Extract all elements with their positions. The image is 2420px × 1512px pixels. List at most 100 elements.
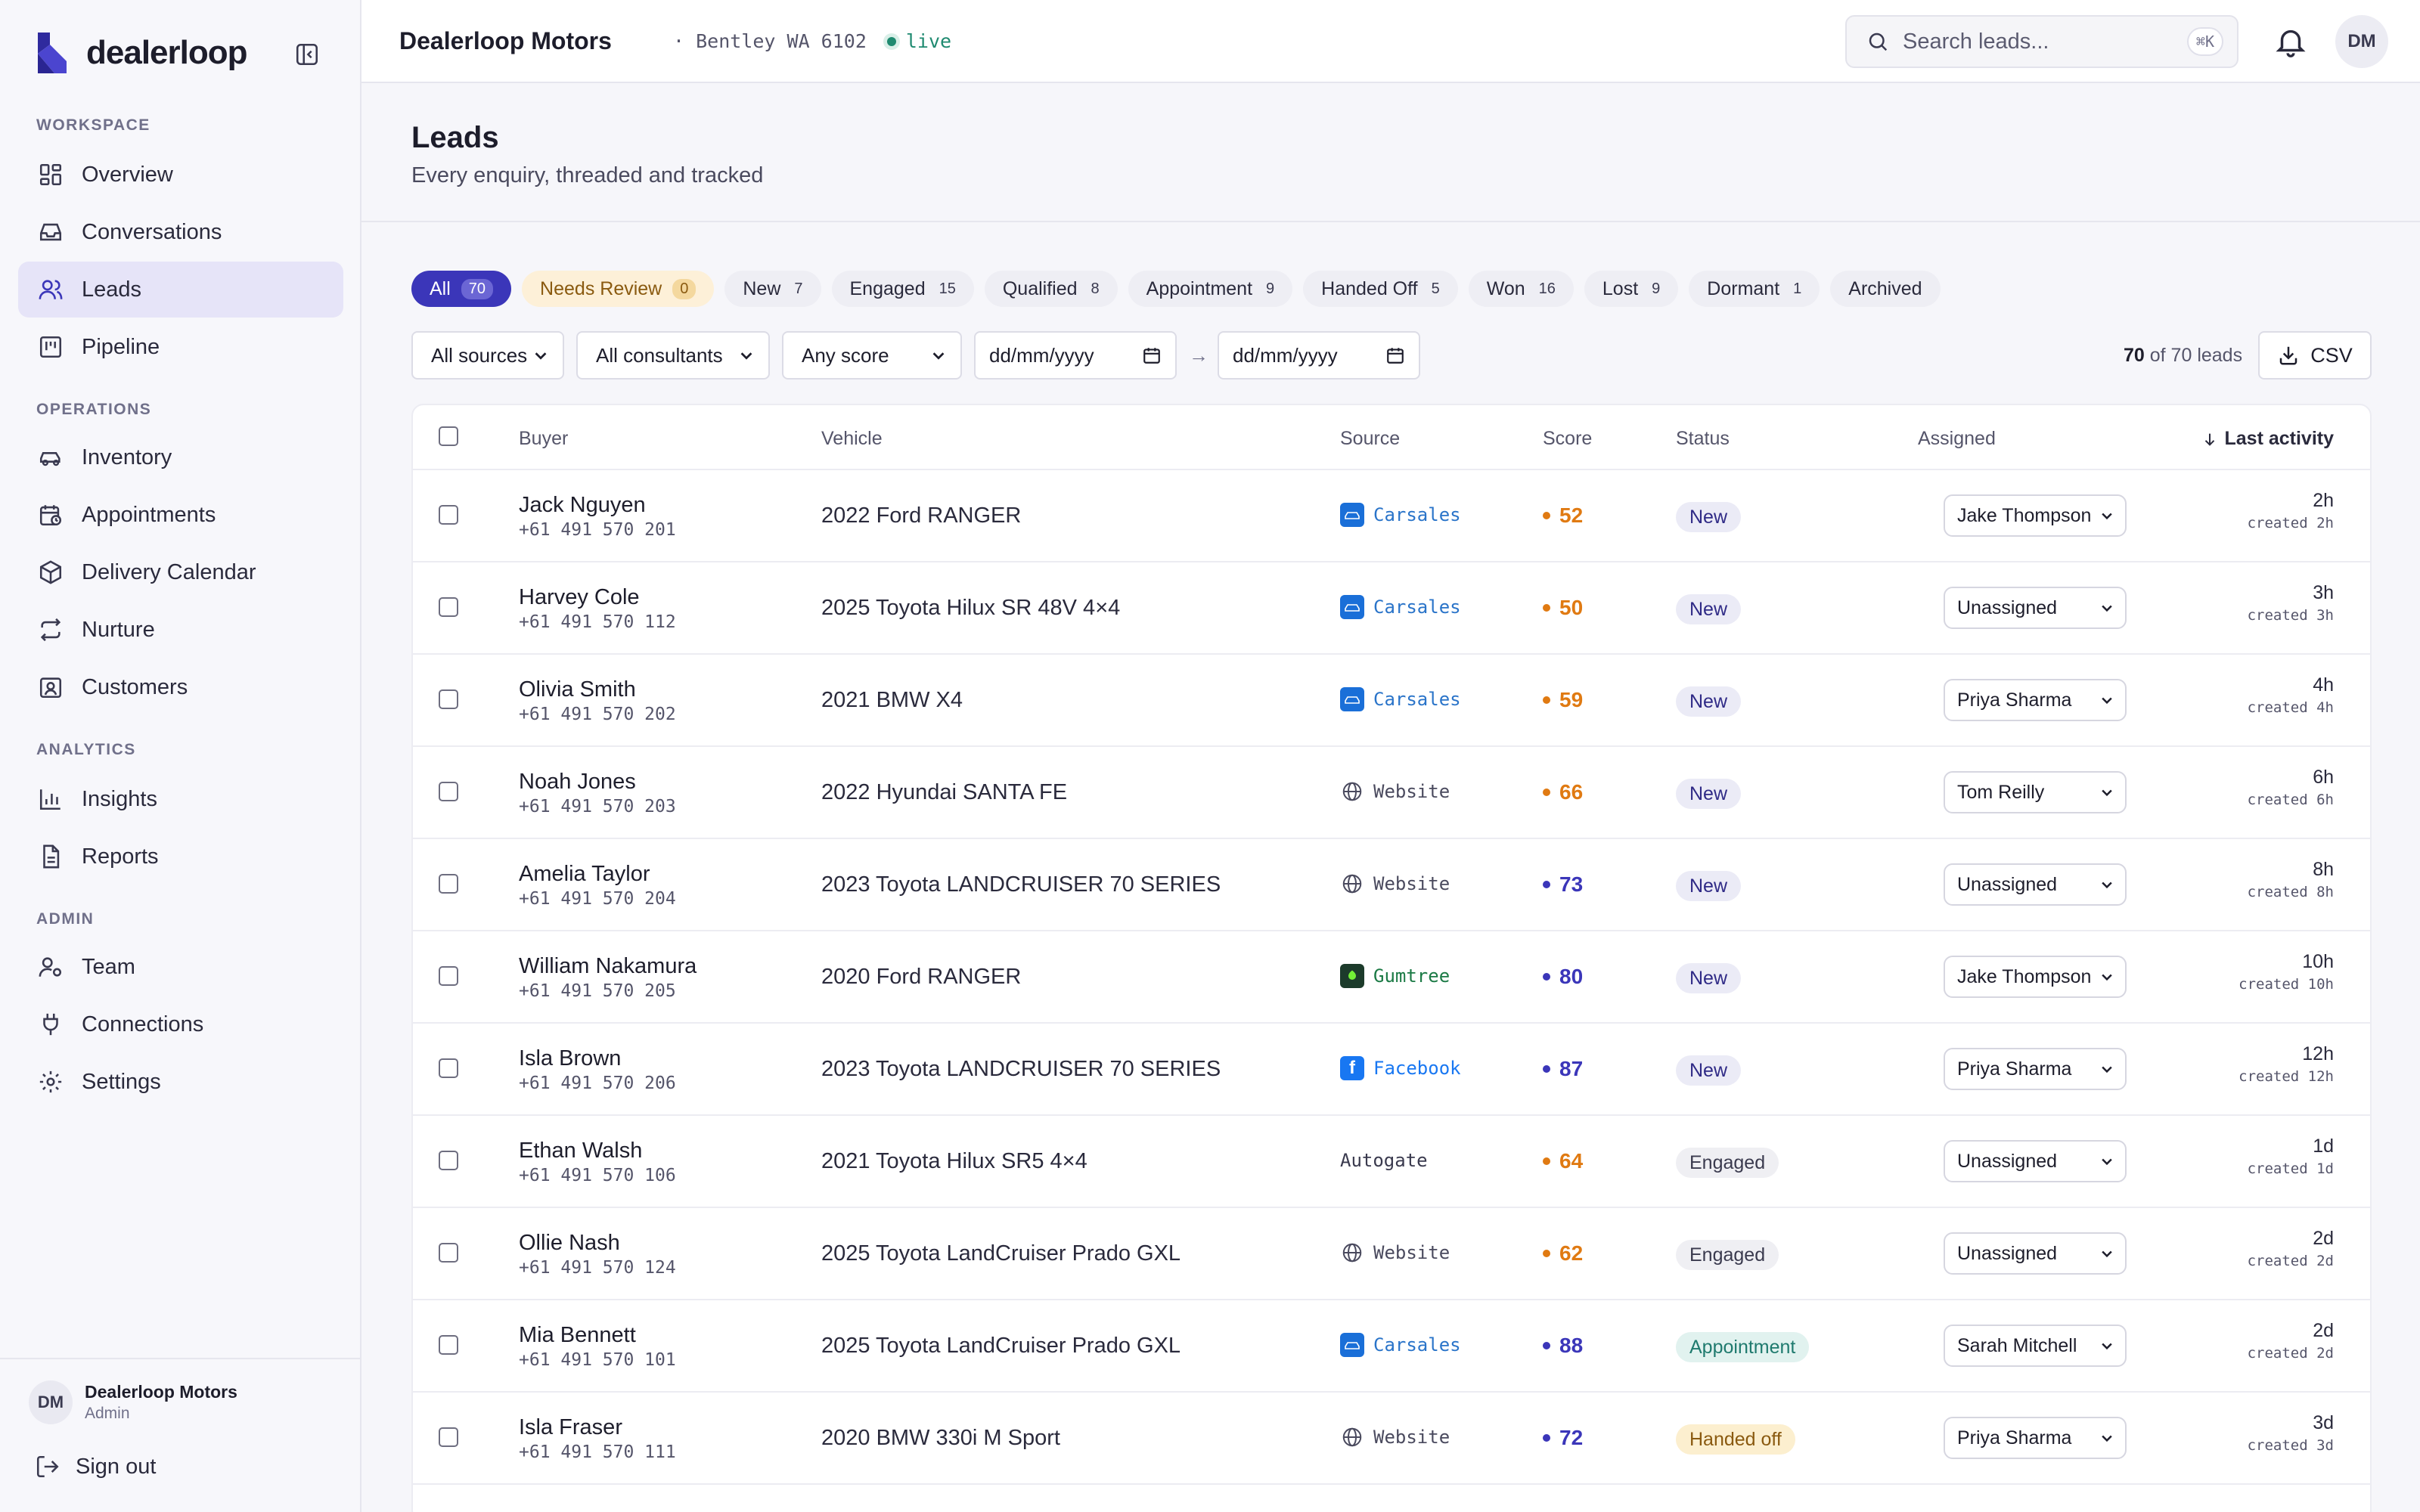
col-vehicle[interactable]: Vehicle: [821, 428, 883, 450]
table-row[interactable]: William Nakamura +61 491 570 205 2020 Ford…: [413, 931, 2370, 1024]
sidebar-item-inventory[interactable]: Inventory: [18, 429, 343, 485]
assignee-select[interactable]: Priya Sharma: [1944, 679, 2127, 721]
calendar-icon: [1387, 348, 1404, 364]
assignee-select[interactable]: Jake Thompson: [1944, 494, 2127, 537]
tab-archived[interactable]: Archived: [1830, 271, 1941, 307]
sidebar-item-pipeline[interactable]: Pipeline: [18, 319, 343, 375]
sidebar: dealerloop WORKSPACE Overview Conversati…: [0, 0, 361, 1512]
sidebar-item-customers[interactable]: Customers: [18, 659, 343, 715]
sidebar-item-delivery-calendar[interactable]: Delivery Calendar: [18, 544, 343, 600]
buyer-name[interactable]: Mia Bennett: [519, 1323, 636, 1348]
tab-qualified[interactable]: Qualified 8: [984, 271, 1118, 307]
assignee-select[interactable]: Jake Thompson: [1944, 956, 2127, 998]
assignee-select[interactable]: Unassigned: [1944, 587, 2127, 629]
row-checkbox[interactable]: [439, 1335, 458, 1355]
sidebar-item-overview[interactable]: Overview: [18, 147, 343, 203]
assignee-select[interactable]: Unassigned: [1944, 1140, 2127, 1182]
table-row[interactable]: Noah Jones +61 491 570 203 2022 Hyundai SA…: [413, 747, 2370, 839]
table-row[interactable]: Ollie Nash +61 491 570 124 2025 Toyota Lan…: [413, 1208, 2370, 1300]
date-to-field[interactable]: dd/mm/yyyy: [1218, 331, 1420, 380]
table-row[interactable]: Jack Nguyen +61 491 570 201 2022 Ford RANG…: [413, 470, 2370, 562]
buyer-name[interactable]: William Nakamura: [519, 954, 697, 979]
buyer-name[interactable]: Olivia Smith: [519, 677, 636, 702]
tab-lost[interactable]: Lost 9: [1584, 271, 1679, 307]
col-assigned[interactable]: Assigned: [1918, 428, 1996, 450]
source-filter-select[interactable]: All sources: [411, 331, 564, 380]
tab-appointment[interactable]: Appointment 9: [1128, 271, 1293, 307]
assignee-select[interactable]: Tom Reilly: [1944, 771, 2127, 813]
assignee-select[interactable]: Priya Sharma: [1944, 1417, 2127, 1459]
col-status[interactable]: Status: [1676, 428, 1730, 450]
consultant-filter-select[interactable]: All consultants: [576, 331, 770, 380]
sidebar-item-team[interactable]: Team: [18, 939, 343, 995]
sidebar-item-appointments[interactable]: Appointments: [18, 487, 343, 543]
buyer-name[interactable]: Amelia Taylor: [519, 862, 650, 887]
sidebar-item-nurture[interactable]: Nurture: [18, 602, 343, 658]
sidebar-item-leads[interactable]: Leads: [18, 262, 343, 318]
row-checkbox[interactable]: [439, 1243, 458, 1263]
sidebar-item-conversations[interactable]: Conversations: [18, 204, 343, 260]
bell-icon[interactable]: [2273, 24, 2308, 59]
row-checkbox[interactable]: [439, 1427, 458, 1447]
buyer-name[interactable]: Harvey Cole: [519, 585, 640, 610]
brand[interactable]: dealerloop: [33, 30, 247, 76]
assignee-select[interactable]: Sarah Mitchell: [1944, 1325, 2127, 1367]
tab-dormant[interactable]: Dormant 1: [1689, 271, 1820, 307]
buyer-name[interactable]: Isla Brown: [519, 1046, 621, 1071]
sidebar-item-reports[interactable]: Reports: [18, 829, 343, 885]
source-label: Gumtree: [1373, 965, 1450, 987]
sidebar-item-connections[interactable]: Connections: [18, 996, 343, 1052]
row-checkbox[interactable]: [439, 1058, 458, 1078]
user-avatar[interactable]: DM: [2335, 15, 2388, 68]
collapse-sidebar-button[interactable]: [289, 39, 325, 70]
tab-won[interactable]: Won 16: [1468, 271, 1574, 307]
sidebar-item-settings[interactable]: Settings: [18, 1054, 343, 1110]
table-row[interactable]: Harvey Cole +61 491 570 112 2025 Toyota Hi…: [413, 562, 2370, 655]
chevron-down-icon: [2102, 1343, 2112, 1350]
buyer-name[interactable]: Jack Nguyen: [519, 493, 646, 518]
tab-handed-off[interactable]: Handed Off 5: [1303, 271, 1458, 307]
row-checkbox[interactable]: [439, 966, 458, 986]
row-checkbox[interactable]: [439, 1151, 458, 1170]
row-checkbox[interactable]: [439, 597, 458, 617]
table-row[interactable]: Ethan Walsh +61 491 570 106 2021 Toyota Hi…: [413, 1116, 2370, 1208]
table-row[interactable]: Isla Brown +61 491 570 206 2023 Toyota LAN…: [413, 1024, 2370, 1116]
tab-new[interactable]: New 7: [724, 271, 821, 307]
status-badge: New: [1676, 594, 1742, 624]
tab-engaged[interactable]: Engaged 15: [831, 271, 974, 307]
score-filter-select[interactable]: Any score: [782, 331, 962, 380]
table-row[interactable]: Mia Bennett +61 491 570 101 2025 Toyota La…: [413, 1300, 2370, 1393]
col-buyer[interactable]: Buyer: [519, 428, 568, 450]
export-csv-button[interactable]: CSV: [2258, 331, 2372, 380]
search-input[interactable]: [1903, 29, 2175, 54]
sign-out-button[interactable]: Sign out: [35, 1452, 156, 1482]
assignee-select[interactable]: Priya Sharma: [1944, 1048, 2127, 1090]
tab-all[interactable]: All 70: [411, 271, 512, 307]
assignee-value: Sarah Mitchell: [1957, 1334, 2077, 1356]
row-checkbox[interactable]: [439, 874, 458, 894]
table-row[interactable]: Olivia Smith +61 491 570 202 2021 BMW X4 Ca…: [413, 655, 2370, 747]
search-box[interactable]: ⌘K: [1845, 15, 2238, 68]
table-row[interactable]: Isla Fraser +61 491 570 111 2020 BMW 330i …: [413, 1393, 2370, 1485]
sidebar-collapse-icon: [296, 43, 318, 66]
col-source[interactable]: Source: [1340, 428, 1400, 450]
buyer-name[interactable]: Ollie Nash: [519, 1231, 620, 1256]
sidebar-item-insights[interactable]: Insights: [18, 771, 343, 827]
col-last-activity[interactable]: Last activity: [2201, 428, 2334, 450]
assignee-select[interactable]: Unassigned: [1944, 863, 2127, 906]
row-checkbox[interactable]: [439, 505, 458, 525]
tab-needs-review[interactable]: Needs Review 0: [522, 271, 715, 307]
row-checkbox[interactable]: [439, 782, 458, 801]
select-all-checkbox[interactable]: [439, 426, 458, 446]
buyer-name[interactable]: Isla Fraser: [519, 1415, 622, 1440]
date-from-field[interactable]: dd/mm/yyyy: [974, 331, 1177, 380]
assignee-select[interactable]: Unassigned: [1944, 1232, 2127, 1275]
row-checkbox[interactable]: [439, 689, 458, 709]
buyer-name[interactable]: Ethan Walsh: [519, 1139, 642, 1163]
status-badge: Engaged: [1676, 1240, 1779, 1270]
tab-label: Handed Off: [1321, 277, 1418, 299]
buyer-name[interactable]: Noah Jones: [519, 770, 636, 795]
table-row[interactable]: Amelia Taylor +61 491 570 204 2023 Toyota …: [413, 839, 2370, 931]
tab-count: 5: [1431, 280, 1440, 297]
col-score[interactable]: Score: [1543, 428, 1592, 450]
